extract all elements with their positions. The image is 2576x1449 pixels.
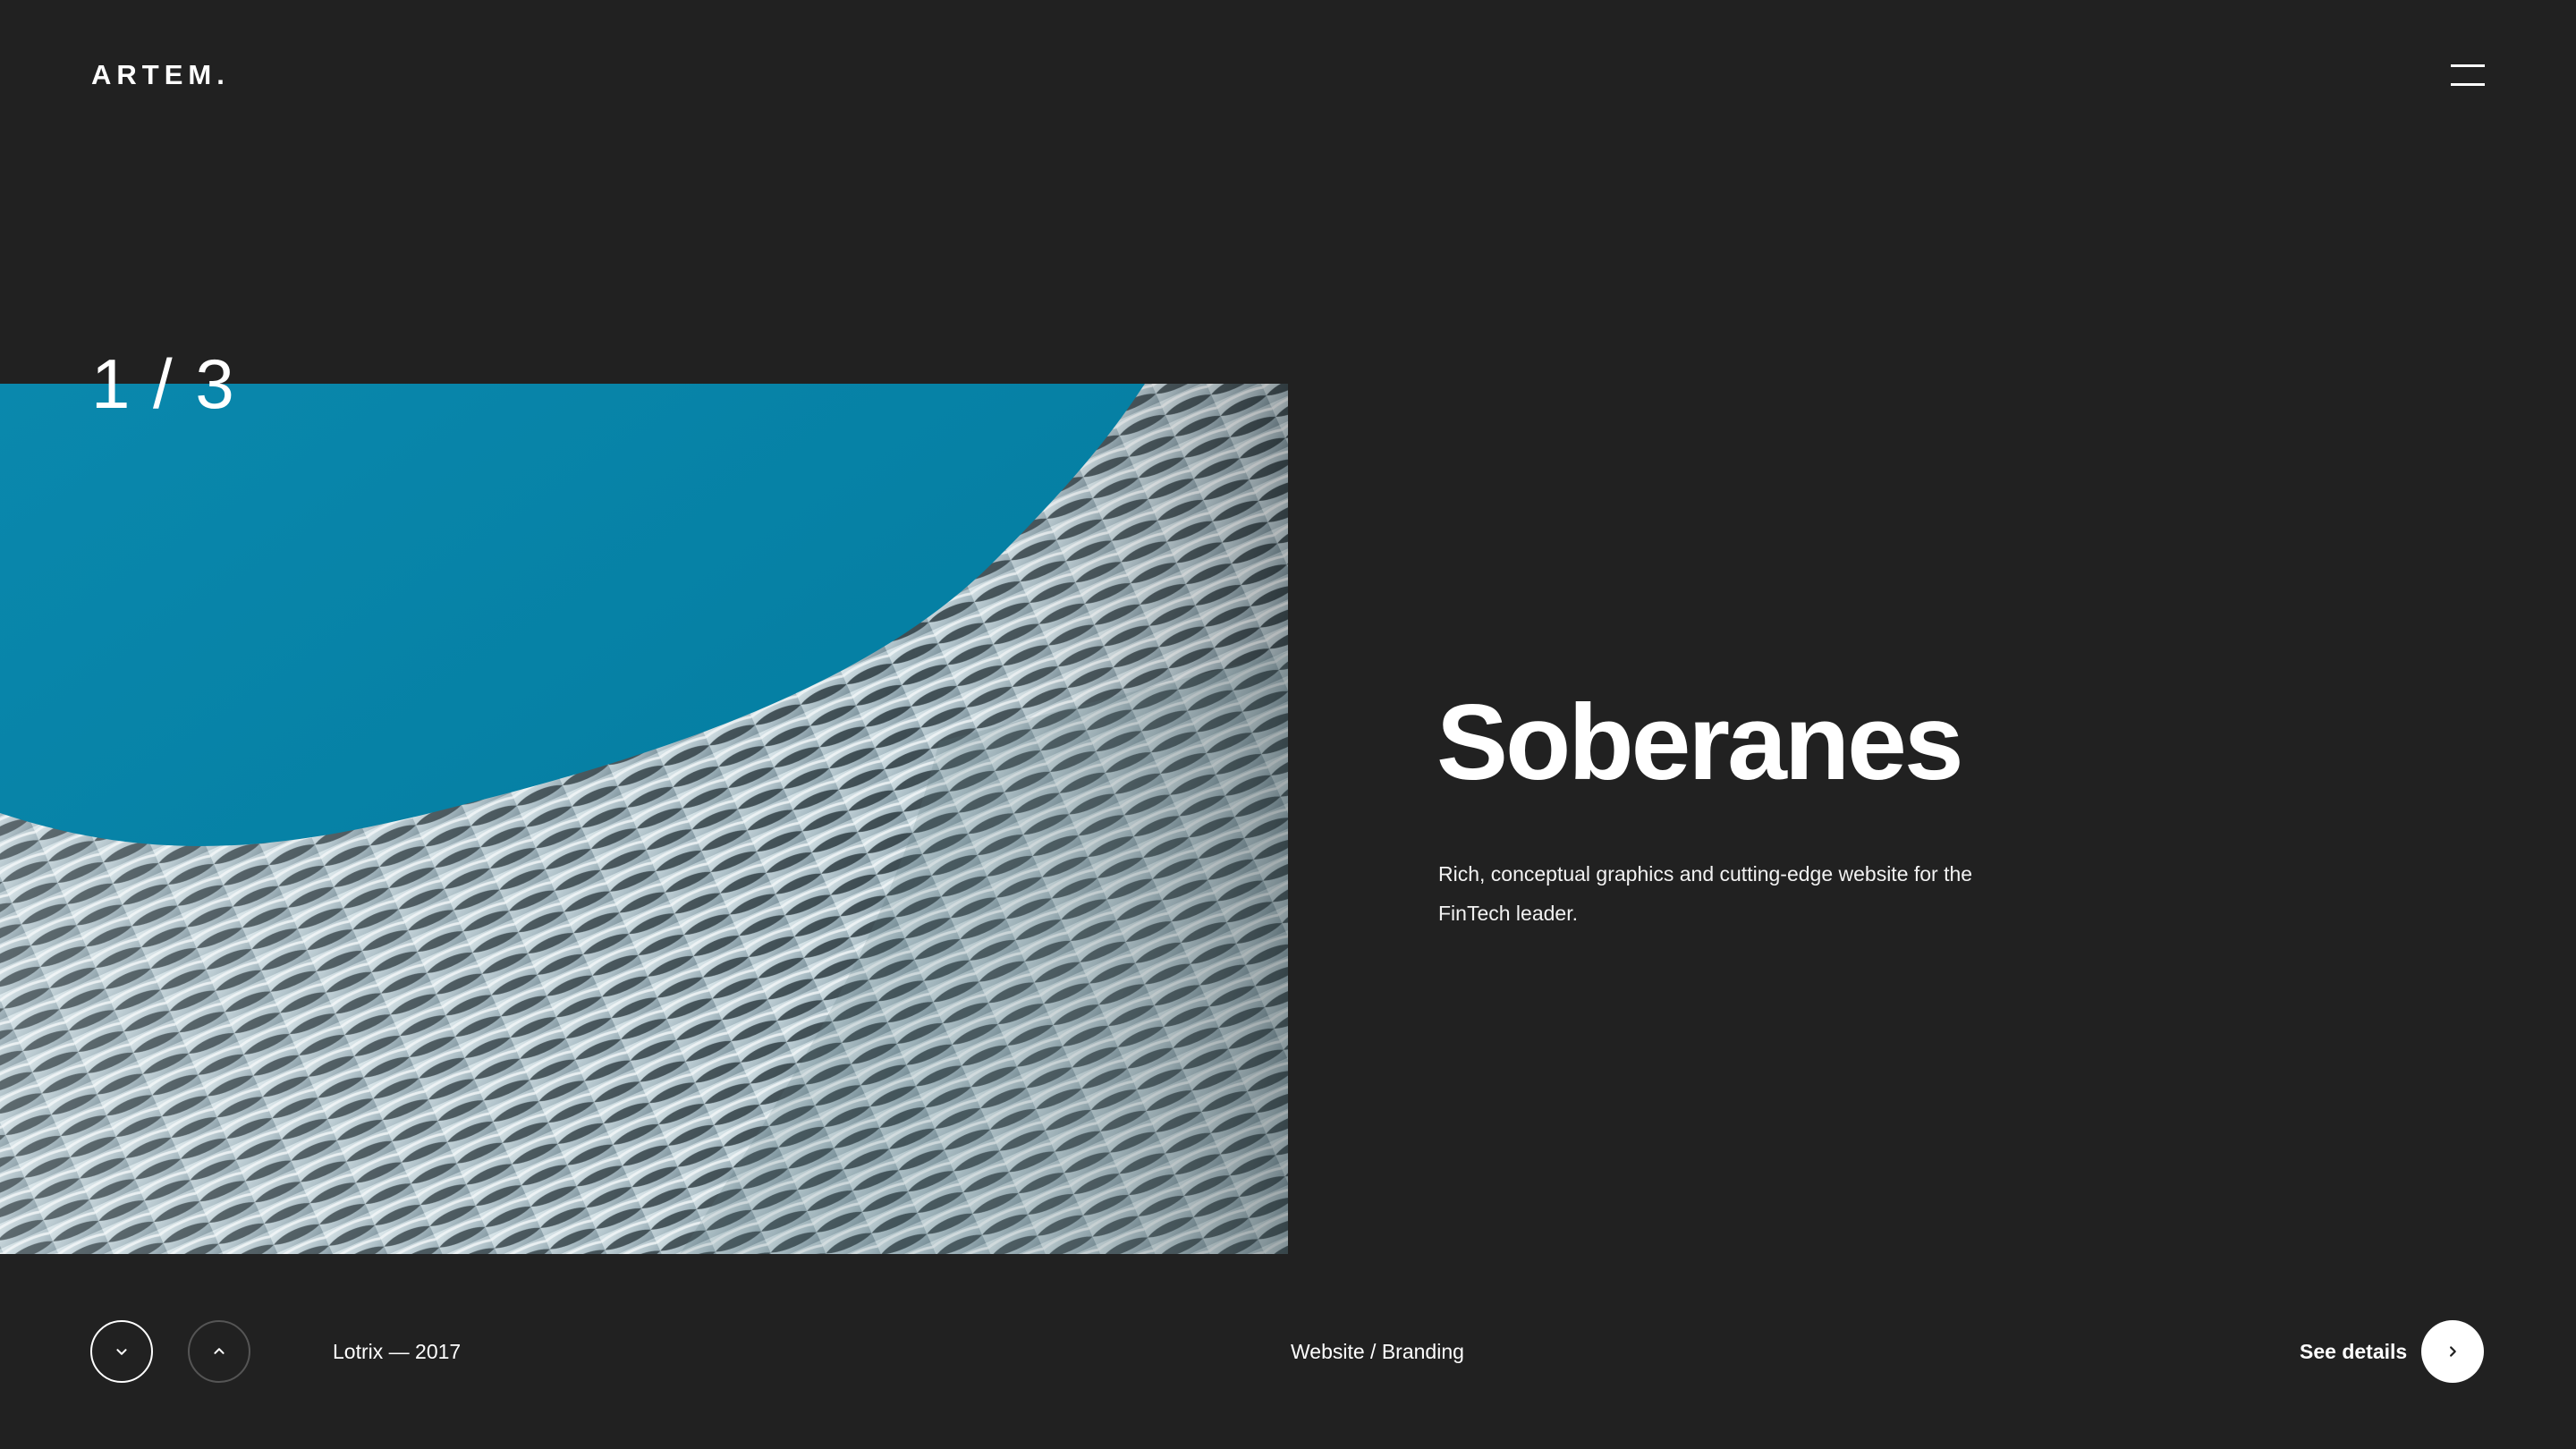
slide-counter: 1 / 3: [91, 344, 236, 423]
project-description: Rich, conceptual graphics and cutting-ed…: [1438, 862, 1973, 925]
chevron-down-glyph: [116, 1349, 127, 1355]
project-title: Soberanes: [1436, 682, 1964, 802]
menu-line: [2451, 64, 2485, 67]
project-category: Website / Branding: [1291, 1340, 1464, 1363]
chevron-up-glyph: [214, 1348, 225, 1354]
menu-line: [2451, 83, 2485, 86]
logo[interactable]: ARTEM.: [91, 59, 230, 91]
chevron-right-glyph: [2450, 1346, 2456, 1357]
chevron-down-icon[interactable]: [90, 1320, 153, 1383]
hamburger-menu-icon[interactable]: [2451, 64, 2487, 86]
architecture-image: [0, 384, 1288, 1254]
chevron-up-icon[interactable]: [188, 1320, 250, 1383]
hero-image: [0, 384, 1288, 1254]
chevron-right-icon[interactable]: [2421, 1320, 2484, 1383]
page: ARTEM. 1 / 3 Soberanes Rich, conceptual …: [0, 0, 2576, 1449]
see-details-link[interactable]: See details: [2300, 1336, 2407, 1367]
client-year: Lotrix — 2017: [333, 1340, 462, 1363]
